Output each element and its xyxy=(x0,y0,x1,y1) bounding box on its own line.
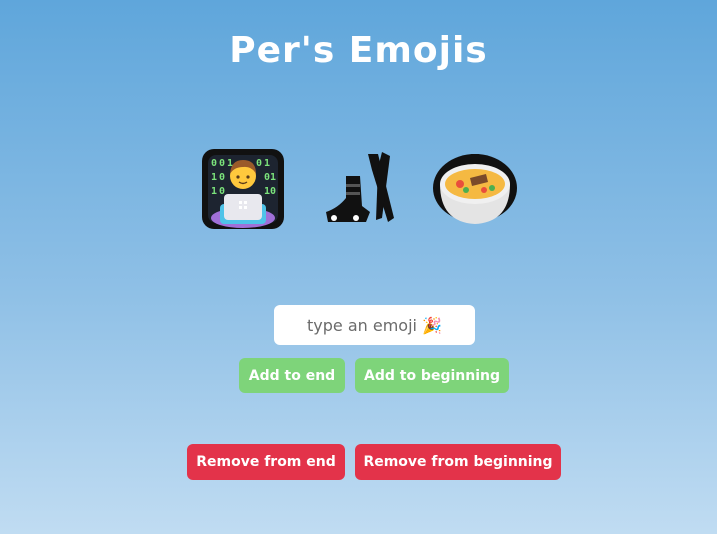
svg-text:0: 0 xyxy=(219,186,225,197)
remove-from-end-button[interactable]: Remove from end xyxy=(187,444,345,480)
svg-text:1: 1 xyxy=(211,186,217,197)
svg-text:0: 0 xyxy=(256,158,262,169)
emoji-input-wrapper xyxy=(274,305,475,345)
skis-icon xyxy=(316,146,402,232)
man-technologist-icon: 001 01 10 01 10 10 xyxy=(200,146,286,232)
emoji-input[interactable] xyxy=(274,305,475,345)
add-to-end-button[interactable]: Add to end xyxy=(239,358,345,393)
svg-text:0: 0 xyxy=(270,186,276,197)
page-title: Per's Emojis xyxy=(229,30,488,71)
svg-text:1: 1 xyxy=(270,172,276,183)
svg-text:0: 0 xyxy=(211,158,217,169)
svg-text:0: 0 xyxy=(219,172,225,183)
add-to-beginning-button[interactable]: Add to beginning xyxy=(355,358,509,393)
svg-text:1: 1 xyxy=(264,158,270,169)
svg-text:1: 1 xyxy=(211,172,217,183)
emoji-list: 001 01 10 01 10 10 xyxy=(0,146,717,232)
svg-text:0: 0 xyxy=(219,158,225,169)
pot-of-food-icon xyxy=(432,146,518,232)
remove-from-beginning-button[interactable]: Remove from beginning xyxy=(355,444,561,480)
